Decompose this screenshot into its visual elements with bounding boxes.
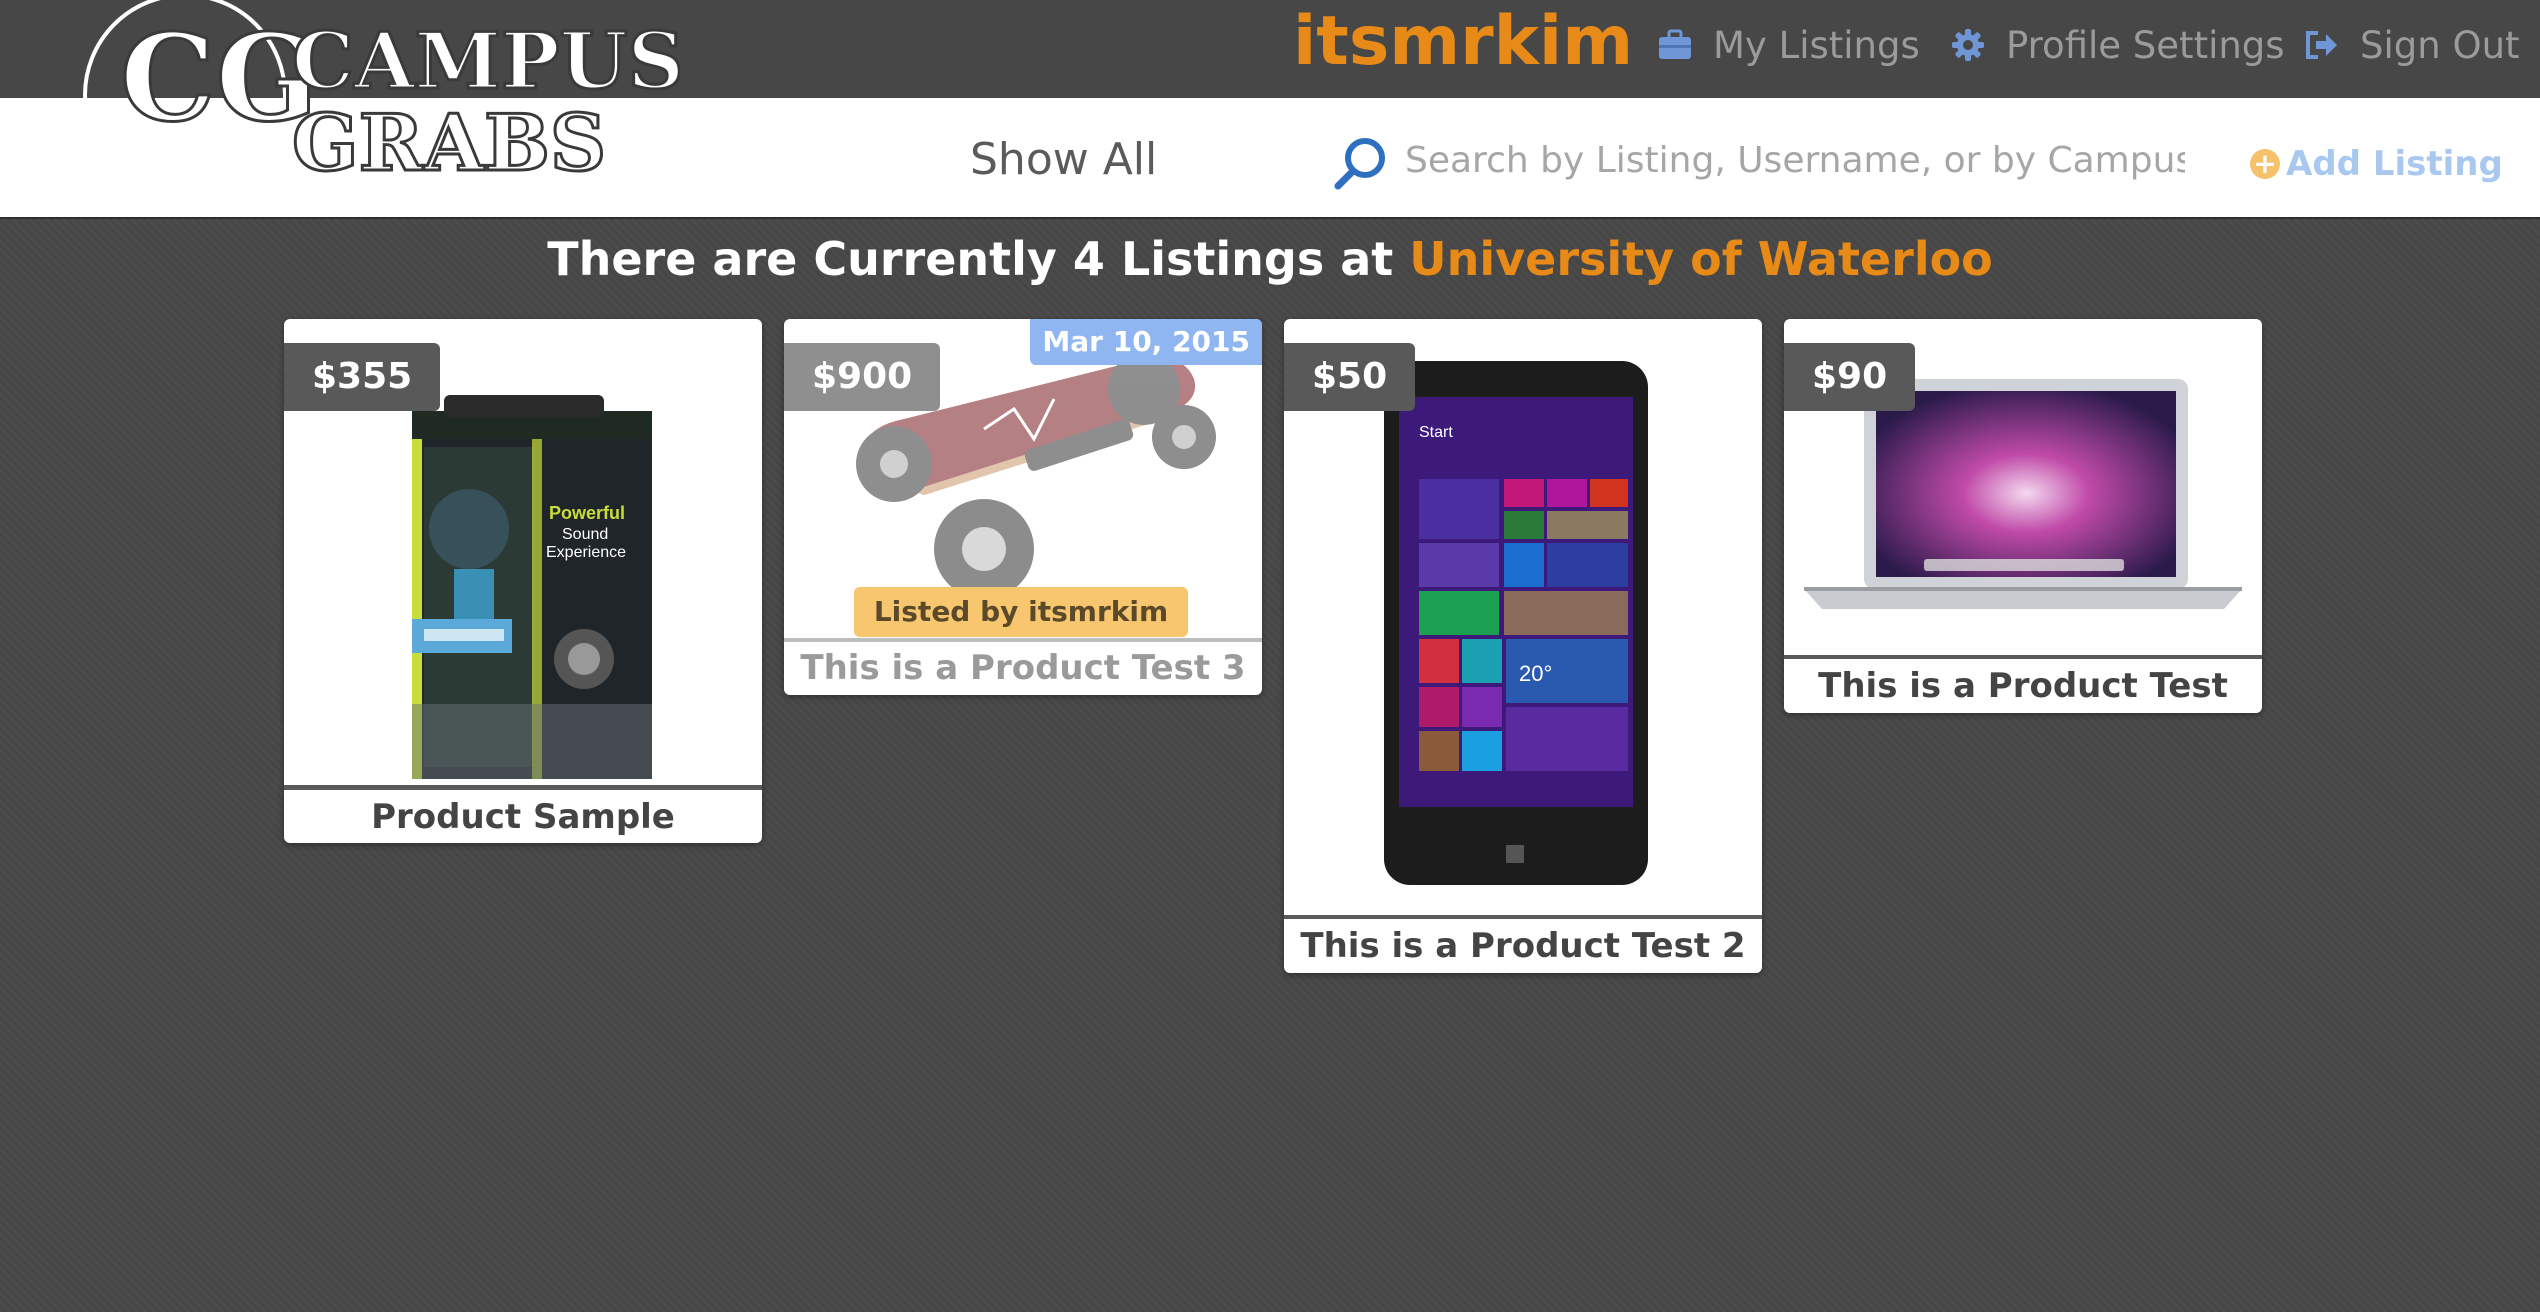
add-listing-label: Add Listing bbox=[2286, 144, 2503, 184]
listing-card[interactable]: $90 This is a Product Test bbox=[1784, 319, 2262, 713]
nav-sign-out-label: Sign Out bbox=[2360, 23, 2520, 67]
svg-text:Powerful: Powerful bbox=[549, 503, 625, 523]
logo-line1: CAMPUS bbox=[292, 16, 680, 107]
svg-text:20°: 20° bbox=[1519, 661, 1552, 686]
gear-icon bbox=[1948, 25, 1988, 65]
card-divider bbox=[784, 638, 1262, 642]
search-icon[interactable] bbox=[1330, 134, 1390, 194]
listing-title[interactable]: This is a Product Test bbox=[1784, 661, 2262, 711]
logo-monogram: CG bbox=[120, 8, 318, 149]
price-tag: $50 bbox=[1284, 343, 1416, 411]
briefcase-icon bbox=[1655, 25, 1695, 65]
price-tag: $355 bbox=[284, 343, 441, 411]
listing-title[interactable]: This is a Product Test 2 bbox=[1284, 921, 1762, 971]
campus-grabs-logo[interactable]: CG CAMPUS GRABS bbox=[80, 0, 680, 185]
heading-prefix: There are Currently 4 Listings at bbox=[547, 232, 1410, 286]
svg-text:Experience: Experience bbox=[546, 544, 626, 561]
card-divider bbox=[1284, 915, 1762, 919]
plus-circle-icon: + bbox=[2250, 149, 2280, 179]
listing-card[interactable]: Start 20° $50 This is a Product Test 2 bbox=[1284, 319, 1762, 973]
date-badge: Mar 10, 2015 bbox=[1030, 319, 1262, 365]
price-tag: $900 bbox=[784, 343, 941, 411]
search-input[interactable] bbox=[1405, 130, 2185, 190]
listings-heading: There are Currently 4 Listings at Univer… bbox=[0, 232, 2540, 286]
add-listing-button[interactable]: + Add Listing bbox=[2250, 144, 2503, 184]
listed-by-badge[interactable]: Listed by itsmrkim bbox=[854, 587, 1188, 637]
nav-profile-settings-label: Profile Settings bbox=[2006, 23, 2285, 67]
show-all-button[interactable]: Show All bbox=[970, 134, 1157, 185]
svg-text:Start: Start bbox=[1419, 424, 1453, 441]
listing-title[interactable]: This is a Product Test 3 bbox=[784, 643, 1262, 693]
username-label[interactable]: itsmrkim bbox=[1293, 2, 1633, 81]
card-divider bbox=[284, 785, 762, 790]
campus-name[interactable]: University of Waterloo bbox=[1409, 232, 1993, 286]
nav-sign-out[interactable]: Sign Out bbox=[2302, 18, 2520, 72]
listing-card[interactable]: $900 Mar 10, 2015 Listed by itsmrkim Thi… bbox=[784, 319, 1262, 695]
listing-card[interactable]: Powerful Sound Experience $355 Product S… bbox=[284, 319, 762, 843]
nav-my-listings[interactable]: My Listings bbox=[1655, 18, 1920, 72]
nav-my-listings-label: My Listings bbox=[1713, 23, 1920, 67]
nav-profile-settings[interactable]: Profile Settings bbox=[1948, 18, 2285, 72]
card-divider bbox=[1784, 655, 2262, 659]
listing-title[interactable]: Product Sample bbox=[284, 792, 762, 842]
sign-out-icon bbox=[2302, 25, 2342, 65]
svg-text:Sound: Sound bbox=[562, 526, 608, 543]
price-tag: $90 bbox=[1784, 343, 1916, 411]
logo-line2: GRABS bbox=[292, 98, 606, 185]
